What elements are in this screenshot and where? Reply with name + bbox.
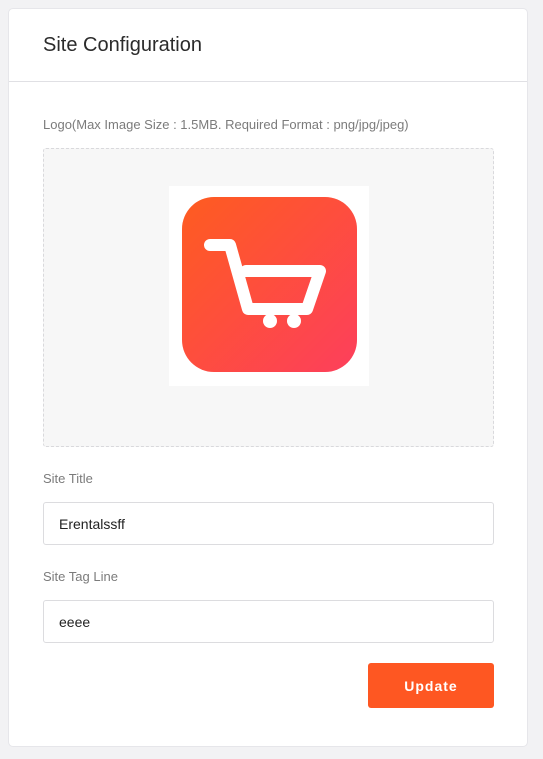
card-header: Site Configuration [9, 9, 527, 82]
logo-preview [169, 186, 369, 386]
page-title: Site Configuration [43, 34, 202, 56]
update-button[interactable]: Update [368, 663, 494, 708]
site-title-input[interactable] [43, 502, 494, 545]
logo-upload-dropzone[interactable] [43, 148, 494, 447]
site-configuration-card: Site Configuration Logo(Max Image Size :… [8, 8, 528, 747]
shopping-cart-icon [182, 197, 357, 372]
site-tagline-label: Site Tag Line [43, 569, 118, 584]
logo-label: Logo(Max Image Size : 1.5MB. Required Fo… [43, 117, 409, 132]
site-tagline-input[interactable] [43, 600, 494, 643]
site-title-label: Site Title [43, 471, 93, 486]
